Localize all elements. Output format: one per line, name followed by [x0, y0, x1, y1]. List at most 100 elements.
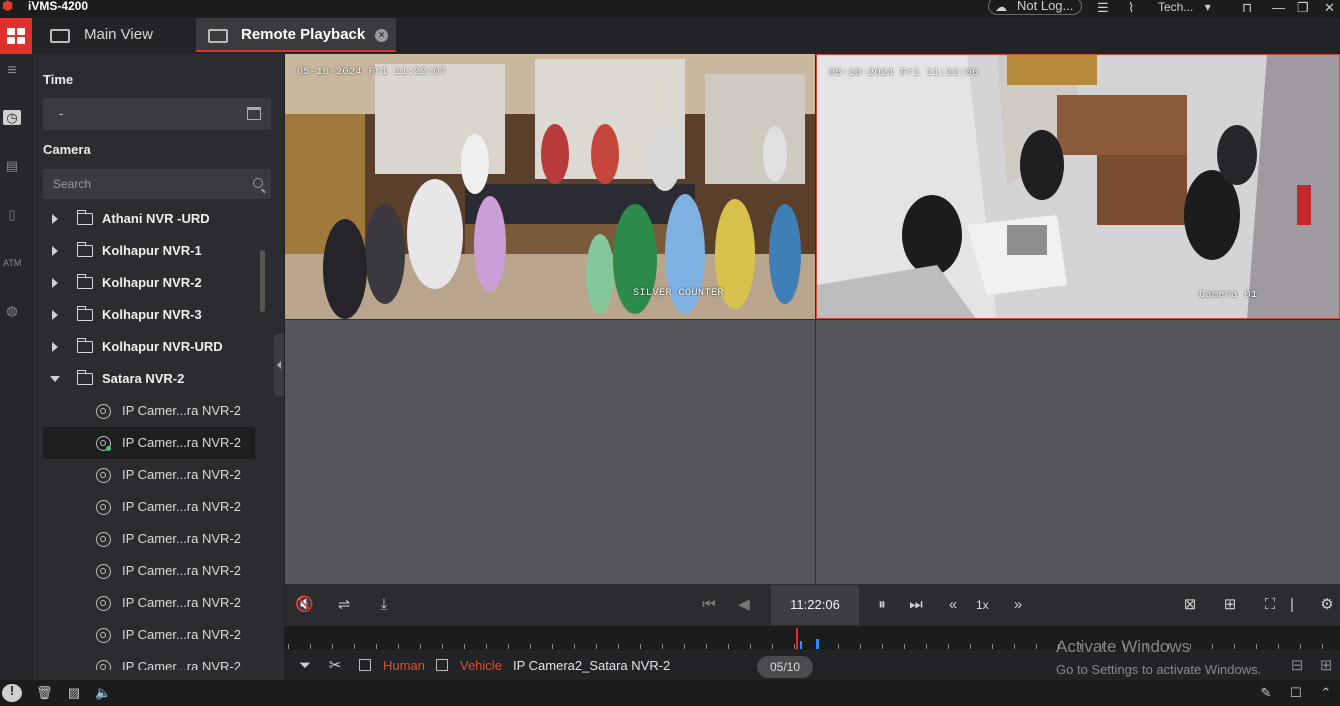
timeline-tick: [750, 644, 751, 649]
video-tile-1[interactable]: 05-10-2024 Fri 11:22:07 SILVER COUNTER: [285, 54, 815, 319]
adjust-icon[interactable]: ⇌: [335, 596, 353, 614]
tree-group[interactable]: Kolhapur NVR-1: [43, 235, 255, 267]
mute-icon[interactable]: 🔇: [295, 596, 314, 614]
list-icon[interactable]: ☰: [1097, 0, 1109, 16]
timeline-tick: [618, 644, 619, 649]
stop-all-icon[interactable]: ⊠: [1181, 596, 1199, 614]
filter-icon[interactable]: ⏷: [296, 657, 314, 675]
home-menu-button[interactable]: [0, 18, 32, 54]
camera-icon: [96, 468, 111, 483]
close-window-button[interactable]: ✕: [1324, 0, 1335, 16]
timeline-tick: [860, 644, 861, 649]
camera-item[interactable]: IP Camer...ra NVR-2: [43, 651, 255, 670]
video-timestamp: 05-10-2024 Fri 11:22:07: [297, 67, 447, 78]
timeline-tick: [1212, 644, 1213, 649]
collapse-panel-handle[interactable]: [274, 334, 284, 396]
camera-label: IP Camer...ra NVR-2: [122, 659, 241, 670]
search-icon[interactable]: [253, 178, 263, 188]
step-back-icon[interactable]: ⏮: [700, 596, 718, 614]
zoom-in-icon[interactable]: ⊞: [1317, 657, 1335, 675]
camera-item[interactable]: IP Camer...ra NVR-2: [43, 619, 255, 651]
pin-icon[interactable]: ✎: [1258, 686, 1274, 700]
camera-item[interactable]: IP Camer...ra NVR-2: [43, 555, 255, 587]
timeline-tick: [706, 644, 707, 649]
camera-item[interactable]: IP Camer...ra NVR-2: [43, 523, 255, 555]
camera-search-input[interactable]: Search: [43, 169, 271, 199]
alarm-warning-icon[interactable]: !: [2, 684, 22, 702]
current-time-display[interactable]: 11:22:06: [771, 585, 859, 625]
human-checkbox[interactable]: [359, 659, 371, 671]
tree-group-expanded[interactable]: Satara NVR-2: [43, 363, 255, 395]
tree-group[interactable]: Kolhapur NVR-3: [43, 299, 255, 331]
settings-icon[interactable]: ⚙: [1318, 596, 1336, 614]
chevron-right-icon[interactable]: [52, 310, 58, 320]
vehicle-label: Vehicle: [460, 658, 502, 673]
folder-icon: [76, 274, 93, 289]
image-icon[interactable]: ▨: [66, 686, 82, 700]
video-tile-3[interactable]: [285, 320, 815, 584]
timeline-tick: [684, 644, 685, 649]
camera-icon: [96, 404, 111, 419]
tab-main-view[interactable]: Main View: [50, 18, 190, 52]
vca-icon[interactable]: ◍: [3, 303, 21, 319]
menu-icon[interactable]: ≡: [3, 63, 21, 79]
chart-icon[interactable]: ⌇: [1128, 0, 1134, 16]
timeline-tick: [596, 644, 597, 649]
camera-item-selected[interactable]: IP Camer...ra NVR-2: [43, 427, 255, 459]
window-layout-icon[interactable]: ⊞: [1221, 596, 1239, 614]
camera-item[interactable]: IP Camer...ra NVR-2: [43, 459, 255, 491]
zoom-out-icon[interactable]: ⊟: [1288, 657, 1306, 675]
pause-icon[interactable]: ⏸: [873, 596, 891, 614]
group-label: Kolhapur NVR-1: [102, 243, 202, 258]
speed-up-icon[interactable]: »: [1009, 596, 1027, 614]
tree-group[interactable]: Kolhapur NVR-2: [43, 267, 255, 299]
date-badge[interactable]: 05/10: [757, 656, 813, 678]
user-status-button[interactable]: ☁ Not Log...: [988, 0, 1082, 15]
lock-icon[interactable]: ⊓: [1242, 0, 1252, 16]
timeline-tick: [1278, 644, 1279, 649]
close-tab-icon[interactable]: ×: [375, 29, 388, 42]
playback-mode-icon[interactable]: ◷: [3, 110, 21, 125]
camera-item[interactable]: IP Camer...ra NVR-2: [43, 491, 255, 523]
expand-up-icon[interactable]: ⌃: [1318, 686, 1334, 700]
window-icon[interactable]: ☐: [1288, 686, 1304, 700]
folder-icon: [76, 306, 93, 321]
tree-scrollbar[interactable]: [260, 250, 265, 312]
slow-down-icon[interactable]: «: [944, 596, 962, 614]
tree-group[interactable]: Kolhapur NVR-URD: [43, 331, 255, 363]
speaker-icon[interactable]: 🔈: [95, 686, 111, 700]
tab-remote-playback[interactable]: Remote Playback ×: [196, 18, 396, 52]
trash-icon[interactable]: 🗑: [36, 686, 53, 700]
fullscreen-icon[interactable]: ⛶: [1261, 596, 1279, 614]
atm-icon[interactable]: ATM: [3, 255, 21, 271]
camera-icon: [96, 532, 111, 547]
maximize-button[interactable]: ❐: [1297, 0, 1309, 16]
reverse-play-icon[interactable]: ◀: [735, 596, 753, 614]
chevron-right-icon[interactable]: [52, 214, 58, 224]
camera-item[interactable]: IP Camer...ra NVR-2: [43, 587, 255, 619]
chevron-right-icon[interactable]: [52, 342, 58, 352]
playing-status-icon: [106, 446, 111, 451]
timeline-tick: [464, 644, 465, 649]
step-forward-icon[interactable]: ⏭: [907, 596, 925, 614]
clip-icon[interactable]: ✂: [326, 657, 344, 675]
device-icon[interactable]: ▯: [3, 207, 21, 223]
account-menu[interactable]: Tech... ▾: [1158, 0, 1211, 16]
chevron-right-icon[interactable]: [52, 246, 58, 256]
chevron-right-icon[interactable]: [52, 278, 58, 288]
video-tile-4[interactable]: [816, 320, 1340, 584]
minimize-button[interactable]: —: [1272, 0, 1285, 16]
event-icon[interactable]: ▤: [3, 158, 21, 174]
timeline-cursor[interactable]: [796, 628, 798, 650]
download-icon[interactable]: ⤓: [375, 596, 393, 614]
chevron-down-icon[interactable]: [50, 376, 60, 382]
tree-group[interactable]: Athani NVR -URD: [43, 203, 255, 235]
camera-item[interactable]: IP Camer...ra NVR-2: [43, 395, 255, 427]
video-tile-2[interactable]: 05-10-2024 Fri 11:22:06 Camera 01: [816, 54, 1340, 319]
vehicle-checkbox[interactable]: [436, 659, 448, 671]
activation-watermark-title: Activate Windows: [1056, 637, 1191, 656]
time-input[interactable]: -: [43, 98, 271, 130]
calendar-icon[interactable]: [247, 107, 261, 120]
camera-label: IP Camer...ra NVR-2: [122, 467, 241, 482]
recording-segment: [800, 641, 802, 649]
